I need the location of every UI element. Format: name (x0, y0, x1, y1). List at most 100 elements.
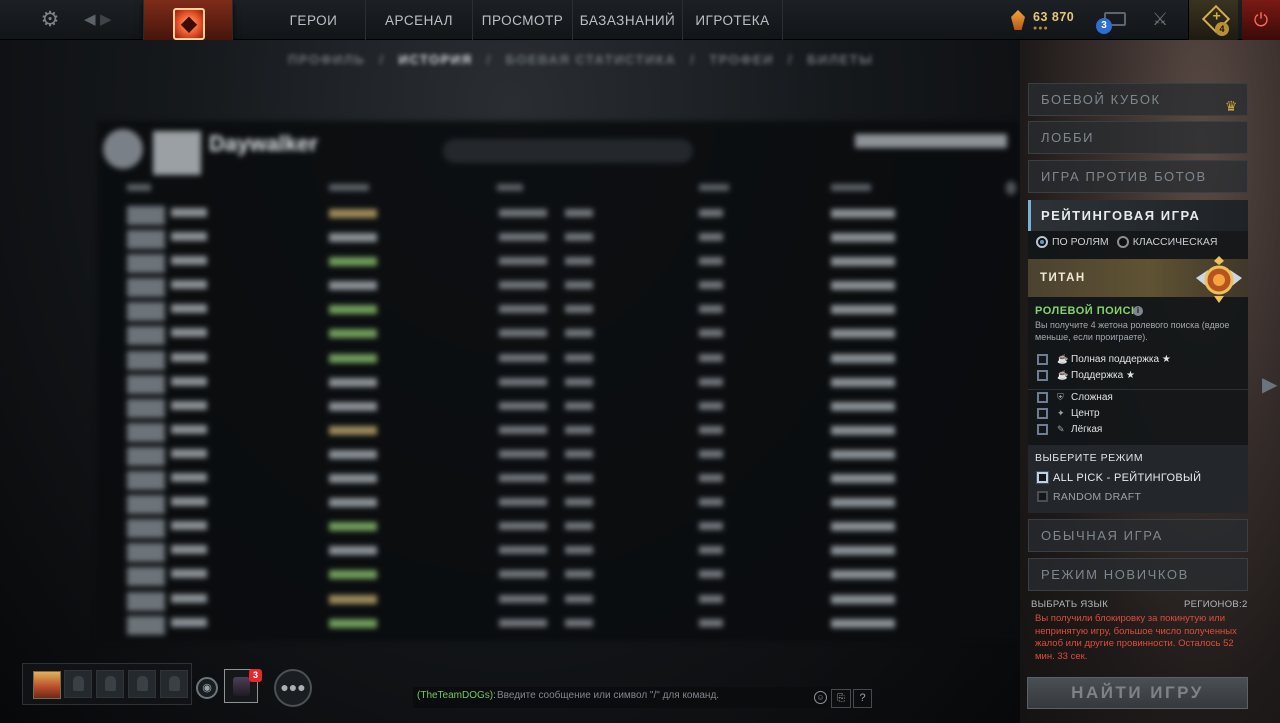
mid-checkbox[interactable] (1037, 408, 1048, 419)
nav-arcade[interactable]: ИГРОТЕКА (683, 0, 783, 40)
table-row[interactable] (97, 227, 1020, 251)
match-type (831, 377, 895, 387)
table-row[interactable] (97, 492, 1020, 516)
normal-game-button[interactable]: ОБЫЧНАЯ ИГРА (1028, 519, 1248, 552)
choose-language-link[interactable]: ВЫБРАТЬ ЯЗЫК (1031, 599, 1108, 610)
newbie-mode-button[interactable]: РЕЖИМ НОВИЧКОВ (1028, 558, 1248, 591)
vs-bots-button[interactable]: ИГРА ПРОТИВ БОТОВ (1028, 160, 1248, 193)
match-duration (699, 449, 723, 458)
chat-help-icon[interactable]: ? (853, 689, 872, 708)
match-type (831, 474, 895, 484)
nav-learn[interactable]: БАЗАЗНАНИЙ (573, 0, 683, 40)
subnav-tickets[interactable]: БИЛЕТЫ (807, 52, 873, 67)
soft-support-checkbox[interactable] (1037, 370, 1048, 381)
hard-support-checkbox[interactable] (1037, 354, 1048, 365)
nav-heroes[interactable]: ГЕРОИ (262, 0, 366, 40)
scrollbar[interactable] (1006, 181, 1016, 195)
find-game-button[interactable]: НАЙТИ ИГРУ (1027, 677, 1248, 709)
match-history-panel: Daywalker (97, 121, 1020, 641)
battle-cup-label: БОЕВОЙ КУБОК (1041, 92, 1161, 107)
safelane-checkbox[interactable] (1037, 424, 1048, 435)
settings-gear-icon[interactable]: ⚙ (38, 8, 62, 32)
nav-armory[interactable]: АРСЕНАЛ (366, 0, 473, 40)
match-type (831, 449, 895, 459)
match-type (831, 594, 895, 604)
chat-channel-label[interactable]: (TheTeamDOGs): (417, 690, 496, 701)
match-result (329, 353, 377, 363)
offlane-checkbox[interactable] (1037, 392, 1048, 403)
party-slot-empty[interactable] (128, 670, 156, 698)
table-row[interactable] (97, 203, 1020, 227)
table-row[interactable] (97, 323, 1020, 347)
info-icon[interactable]: i (1133, 306, 1143, 316)
random-draft-label: RANDOM DRAFT (1053, 491, 1142, 503)
table-row[interactable] (97, 516, 1020, 540)
hero-portrait (127, 495, 165, 515)
table-row[interactable] (97, 396, 1020, 420)
match-duration (699, 353, 723, 362)
subnav-profile[interactable]: ПРОФИЛЬ (288, 52, 365, 67)
party-slot-empty[interactable] (160, 670, 188, 698)
back-arrow-icon[interactable]: ◀ (84, 10, 96, 28)
expand-arrow-icon[interactable]: ▶ (1262, 372, 1277, 397)
power-icon[interactable]: ⏻ (1242, 0, 1280, 40)
subnav-stats[interactable]: БОЕВАЯ СТАТИСТИКА (506, 52, 677, 67)
emoji-icon[interactable]: ☺ (814, 691, 827, 704)
table-row[interactable] (97, 251, 1020, 275)
table-row[interactable] (97, 372, 1020, 396)
party-slot-empty[interactable] (96, 670, 124, 698)
hero-portrait (127, 543, 165, 563)
regions-link[interactable]: РЕГИОНОВ:2 (1184, 599, 1248, 610)
newbie-mode-label: РЕЖИМ НОВИЧКОВ (1041, 567, 1189, 582)
match-date (499, 233, 547, 242)
match-date (499, 401, 547, 410)
table-row[interactable] (97, 468, 1020, 492)
role-mid: ✦ Центр (1057, 408, 1100, 419)
table-row[interactable] (97, 564, 1020, 588)
all-pick-checkbox[interactable] (1037, 472, 1048, 483)
table-row[interactable] (97, 299, 1020, 323)
match-time (565, 546, 593, 555)
table-row[interactable] (97, 444, 1020, 468)
classic-radio[interactable] (1116, 236, 1129, 248)
table-row[interactable] (97, 613, 1020, 637)
voice-chat-icon[interactable]: ◉ (196, 677, 218, 699)
battle-cup-button[interactable]: БОЕВОЙ КУБОК ♛ (1028, 83, 1248, 116)
party-slot-empty[interactable] (64, 670, 92, 698)
subnav-trophies[interactable]: ТРОФЕИ (709, 52, 774, 67)
hero-name (171, 424, 207, 434)
match-type (831, 522, 895, 532)
forward-arrow-icon[interactable]: ▶ (100, 10, 112, 28)
hero-portrait (127, 302, 165, 322)
history-tabs[interactable] (443, 139, 693, 163)
match-result (329, 522, 377, 532)
friends-icon[interactable]: ●●● (274, 669, 312, 707)
match-rows (97, 203, 1020, 637)
armory-swords-icon[interactable]: ⚔ (1152, 9, 1168, 30)
subnav-history[interactable]: ИСТОРИЯ (399, 52, 473, 67)
all-pick-label: ALL PICK - РЕЙТИНГОВЫЙ (1053, 472, 1202, 484)
by-roles-radio[interactable] (1036, 236, 1048, 248)
nav-watch[interactable]: ПРОСМОТР (473, 0, 573, 40)
match-time (565, 618, 593, 627)
match-type (831, 546, 895, 556)
mail-count-badge: 3 (1096, 18, 1112, 34)
chat-tools-icon[interactable]: ⎘ (831, 689, 851, 708)
hero-name (171, 521, 207, 531)
table-row[interactable] (97, 348, 1020, 372)
random-draft-checkbox[interactable] (1037, 491, 1048, 502)
hero-portrait (127, 350, 165, 370)
table-row[interactable] (97, 589, 1020, 613)
profile-header: Daywalker (103, 129, 1013, 175)
hero-name (171, 617, 207, 627)
lobby-button[interactable]: ЛОББИ (1028, 121, 1248, 154)
my-avatar[interactable] (33, 671, 61, 699)
ranked-game-header[interactable]: РЕЙТИНГОВАЯ ИГРА (1028, 200, 1248, 231)
table-row[interactable] (97, 540, 1020, 564)
table-row[interactable] (97, 420, 1020, 444)
hero-portrait (127, 615, 165, 635)
chat-input[interactable]: Введите сообщение или символ "/" для ком… (497, 690, 719, 701)
table-row[interactable] (97, 275, 1020, 299)
match-time (565, 498, 593, 507)
match-result (329, 257, 377, 267)
